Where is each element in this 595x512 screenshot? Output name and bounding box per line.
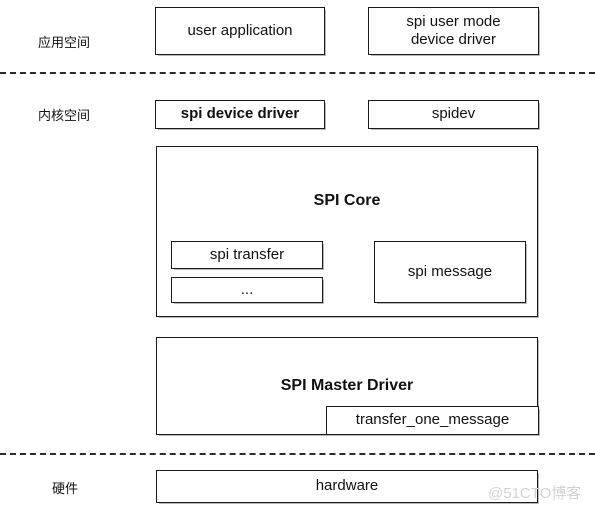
box-user-application: user application xyxy=(155,7,325,55)
spi-master-driver-title: SPI Master Driver xyxy=(280,377,414,394)
box-spi-master-driver: SPI Master Driver transfer_one_message xyxy=(156,337,539,435)
box-spi-user-mode-device-driver: spi user mode device driver xyxy=(368,7,539,55)
layer-label-hardware: 硬件 xyxy=(52,481,79,496)
spi-core-title: SPI Core xyxy=(313,192,381,209)
box-spi-transfer-more: ... xyxy=(171,277,323,303)
box-spi-core: SPI Core spi transfer ... spi message xyxy=(156,146,538,317)
box-hardware: hardware xyxy=(156,470,538,503)
box-transfer-one-message: transfer_one_message xyxy=(326,406,539,435)
box-spidev: spidev xyxy=(368,100,539,129)
layer-label-kernel-space: 内核空间 xyxy=(38,108,91,123)
box-spi-message: spi message xyxy=(374,241,526,303)
spi-architecture-diagram: 应用空间 内核空间 硬件 user application spi user m… xyxy=(0,0,595,512)
box-spi-transfer: spi transfer xyxy=(171,241,323,269)
layer-label-application-space: 应用空间 xyxy=(38,35,91,50)
watermark: @51CTO博客 xyxy=(488,485,582,502)
box-spi-device-driver: spi device driver xyxy=(155,100,325,129)
divider-kernel-hardware xyxy=(0,453,595,455)
divider-application-kernel xyxy=(0,72,595,74)
